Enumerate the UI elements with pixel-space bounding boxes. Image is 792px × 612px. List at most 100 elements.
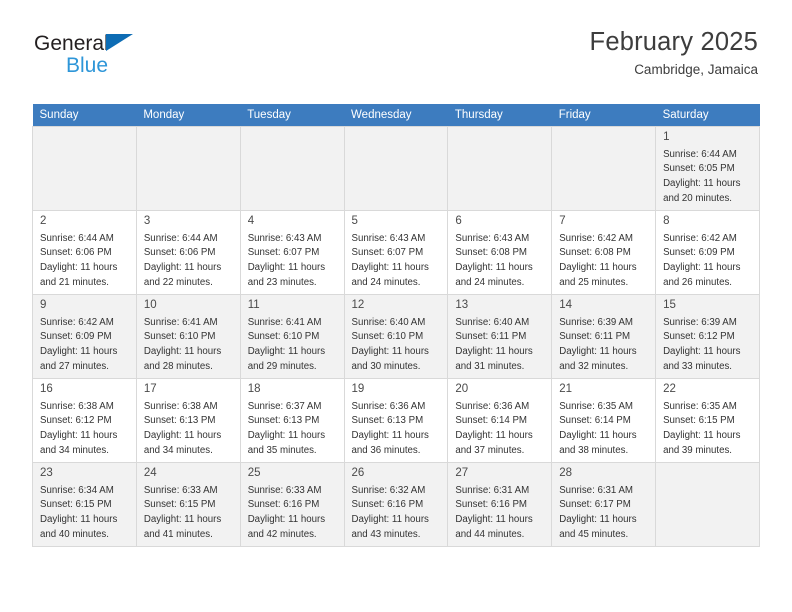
day-sun-info: Sunrise: 6:36 AM Sunset: 6:14 PM Daylight:…	[448, 399, 551, 459]
sunset-text: Sunset: 6:15 PM	[663, 415, 735, 427]
weekday-header-sunday: Sunday	[32, 104, 137, 127]
calendar-day-cell[interactable]: 28 Sunrise: 6:31 AM Sunset: 6:17 PM Dayligh…	[551, 462, 657, 547]
day-sun-info: Sunrise: 6:43 AM Sunset: 6:07 PM Daylight:…	[345, 231, 448, 291]
daylight-text: Daylight: 11 hours and 27 minutes.	[40, 346, 118, 373]
sunrise-text: Sunrise: 6:31 AM	[559, 484, 633, 496]
calendar-day-cell[interactable]: 13 Sunrise: 6:40 AM Sunset: 6:11 PM Dayligh…	[447, 294, 553, 379]
day-sun-info: Sunrise: 6:36 AM Sunset: 6:13 PM Daylight:…	[345, 399, 448, 459]
sunrise-text: Sunrise: 6:43 AM	[247, 232, 322, 244]
sunset-text: Sunset: 6:13 PM	[351, 415, 424, 427]
day-sun-info: Sunrise: 6:40 AM Sunset: 6:11 PM Daylight:…	[448, 315, 551, 375]
day-sun-info: Sunrise: 6:40 AM Sunset: 6:10 PM Daylight:…	[345, 315, 448, 375]
day-number: 3	[143, 215, 151, 227]
day-number: 16	[40, 383, 53, 395]
calendar-day-cell-empty	[135, 126, 241, 211]
day-sun-info: Sunrise: 6:39 AM Sunset: 6:12 PM Daylight:…	[656, 315, 759, 375]
calendar-day-cell[interactable]: 22 Sunrise: 6:35 AM Sunset: 6:15 PM Dayligh…	[655, 378, 760, 463]
general-blue-logo[interactable]: General Blue	[34, 33, 214, 81]
day-number: 28	[559, 467, 573, 479]
calendar-week-row: 9 Sunrise: 6:42 AM Sunset: 6:09 PM Daylight…	[32, 294, 760, 379]
calendar-day-cell[interactable]: 15 Sunrise: 6:39 AM Sunset: 6:12 PM Dayligh…	[655, 294, 760, 379]
sunrise-text: Sunrise: 6:40 AM	[455, 316, 530, 328]
sunrise-text: Sunrise: 6:41 AM	[247, 316, 322, 328]
weekday-header-saturday: Saturday	[655, 104, 760, 127]
calendar-day-cell-empty	[32, 126, 137, 211]
sunrise-text: Sunrise: 6:40 AM	[351, 316, 426, 328]
calendar-day-cell[interactable]: 5 Sunrise: 6:43 AM Sunset: 6:07 PM Daylight…	[343, 210, 449, 295]
calendar-day-cell[interactable]: 20 Sunrise: 6:36 AM Sunset: 6:14 PM Dayligh…	[447, 378, 553, 463]
daylight-text: Daylight: 11 hours and 25 minutes.	[559, 262, 637, 289]
logo-general-text: General	[34, 32, 109, 55]
calendar-day-cell[interactable]: 24 Sunrise: 6:33 AM Sunset: 6:15 PM Dayligh…	[135, 462, 241, 547]
calendar-day-cell[interactable]: 23 Sunrise: 6:34 AM Sunset: 6:15 PM Dayligh…	[32, 462, 137, 547]
calendar-day-cell[interactable]: 8 Sunrise: 6:42 AM Sunset: 6:09 PM Daylight…	[655, 210, 760, 295]
sunset-text: Sunset: 6:15 PM	[40, 499, 112, 511]
calendar-week-row: 23 Sunrise: 6:34 AM Sunset: 6:15 PM Dayligh…	[32, 462, 760, 547]
day-number: 15	[663, 299, 676, 311]
day-number: 17	[143, 383, 157, 395]
daylight-text: Daylight: 11 hours and 24 minutes.	[455, 262, 533, 289]
sunset-text: Sunset: 6:09 PM	[663, 247, 735, 259]
day-sun-info: Sunrise: 6:32 AM Sunset: 6:16 PM Daylight:…	[345, 483, 448, 543]
sunrise-text: Sunrise: 6:33 AM	[143, 484, 218, 496]
daylight-text: Daylight: 11 hours and 33 minutes.	[663, 346, 741, 373]
logo-triangle-icon	[106, 34, 133, 51]
sunrise-text: Sunrise: 6:35 AM	[559, 400, 633, 412]
calendar-day-cell[interactable]: 4 Sunrise: 6:43 AM Sunset: 6:07 PM Daylight…	[239, 210, 345, 295]
calendar-body: 1 Sunrise: 6:44 AM Sunset: 6:05 PM Daylight…	[32, 126, 760, 547]
day-number: 14	[559, 299, 573, 311]
calendar-day-cell[interactable]: 11 Sunrise: 6:41 AM Sunset: 6:10 PM Dayligh…	[239, 294, 345, 379]
weekday-header-thursday: Thursday	[447, 104, 552, 127]
weekday-header-friday: Friday	[551, 104, 656, 127]
sunrise-text: Sunrise: 6:42 AM	[559, 232, 633, 244]
calendar-day-cell[interactable]: 25 Sunrise: 6:33 AM Sunset: 6:16 PM Dayligh…	[239, 462, 345, 547]
calendar-day-cell-empty	[447, 126, 553, 211]
calendar-day-cell[interactable]: 1 Sunrise: 6:44 AM Sunset: 6:05 PM Daylight…	[655, 126, 760, 211]
sunrise-text: Sunrise: 6:32 AM	[351, 484, 426, 496]
sunrise-text: Sunrise: 6:44 AM	[663, 148, 737, 160]
calendar-day-cell[interactable]: 18 Sunrise: 6:37 AM Sunset: 6:13 PM Dayligh…	[239, 378, 345, 463]
daylight-text: Daylight: 11 hours and 28 minutes.	[143, 346, 222, 373]
sunrise-text: Sunrise: 6:39 AM	[663, 316, 737, 328]
page-header: General Blue February 2025 Cambridge, Ja…	[0, 0, 792, 78]
sunrise-text: Sunrise: 6:37 AM	[247, 400, 322, 412]
calendar-day-cell[interactable]: 19 Sunrise: 6:36 AM Sunset: 6:13 PM Dayligh…	[343, 378, 449, 463]
calendar-day-cell[interactable]: 26 Sunrise: 6:32 AM Sunset: 6:16 PM Dayligh…	[343, 462, 449, 547]
sunset-text: Sunset: 6:15 PM	[143, 499, 216, 511]
daylight-text: Daylight: 11 hours and 31 minutes.	[455, 346, 533, 373]
day-number: 18	[247, 383, 261, 395]
daylight-text: Daylight: 11 hours and 34 minutes.	[40, 430, 118, 457]
sunrise-text: Sunrise: 6:38 AM	[143, 400, 218, 412]
calendar-day-cell[interactable]: 10 Sunrise: 6:41 AM Sunset: 6:10 PM Dayligh…	[135, 294, 241, 379]
day-number: 11	[247, 299, 260, 311]
calendar-week-row: 2 Sunrise: 6:44 AM Sunset: 6:06 PM Daylight…	[32, 210, 760, 295]
day-number: 13	[455, 299, 469, 311]
calendar-header-row: Sunday Monday Tuesday Wednesday Thursday Frid…	[32, 104, 760, 127]
calendar-day-cell[interactable]: 17 Sunrise: 6:38 AM Sunset: 6:13 PM Dayligh…	[135, 378, 241, 463]
calendar-day-cell[interactable]: 6 Sunrise: 6:43 AM Sunset: 6:08 PM Daylight…	[447, 210, 553, 295]
calendar-grid: Sunday Monday Tuesday Wednesday Thursday Frid…	[32, 104, 760, 547]
day-sun-info: Sunrise: 6:37 AM Sunset: 6:13 PM Daylight:…	[241, 399, 344, 459]
day-number: 10	[143, 299, 157, 311]
calendar-day-cell[interactable]: 9 Sunrise: 6:42 AM Sunset: 6:09 PM Daylight…	[32, 294, 137, 379]
daylight-text: Daylight: 11 hours and 40 minutes.	[40, 514, 118, 541]
calendar-day-cell[interactable]: 3 Sunrise: 6:44 AM Sunset: 6:06 PM Daylight…	[135, 210, 241, 295]
calendar-day-cell[interactable]: 7 Sunrise: 6:42 AM Sunset: 6:08 PM Daylight…	[551, 210, 657, 295]
calendar-day-cell-empty	[551, 126, 657, 211]
day-number: 21	[559, 383, 573, 395]
day-number: 4	[247, 215, 255, 227]
daylight-text: Daylight: 11 hours and 29 minutes.	[247, 346, 326, 373]
day-sun-info: Sunrise: 6:33 AM Sunset: 6:15 PM Daylight:…	[137, 483, 240, 543]
calendar-day-cell[interactable]: 27 Sunrise: 6:31 AM Sunset: 6:16 PM Dayligh…	[447, 462, 553, 547]
location-subtitle: Cambridge, Jamaica	[634, 62, 758, 78]
sunset-text: Sunset: 6:14 PM	[559, 415, 631, 427]
sunset-text: Sunset: 6:13 PM	[143, 415, 216, 427]
daylight-text: Daylight: 11 hours and 24 minutes.	[351, 262, 429, 289]
calendar-day-cell[interactable]: 21 Sunrise: 6:35 AM Sunset: 6:14 PM Dayligh…	[551, 378, 657, 463]
day-sun-info: Sunrise: 6:38 AM Sunset: 6:12 PM Daylight:…	[33, 399, 136, 459]
day-number: 23	[40, 467, 53, 479]
calendar-day-cell[interactable]: 2 Sunrise: 6:44 AM Sunset: 6:06 PM Daylight…	[32, 210, 137, 295]
calendar-day-cell[interactable]: 12 Sunrise: 6:40 AM Sunset: 6:10 PM Dayligh…	[343, 294, 449, 379]
calendar-day-cell[interactable]: 14 Sunrise: 6:39 AM Sunset: 6:11 PM Dayligh…	[551, 294, 657, 379]
calendar-day-cell[interactable]: 16 Sunrise: 6:38 AM Sunset: 6:12 PM Dayligh…	[32, 378, 137, 463]
